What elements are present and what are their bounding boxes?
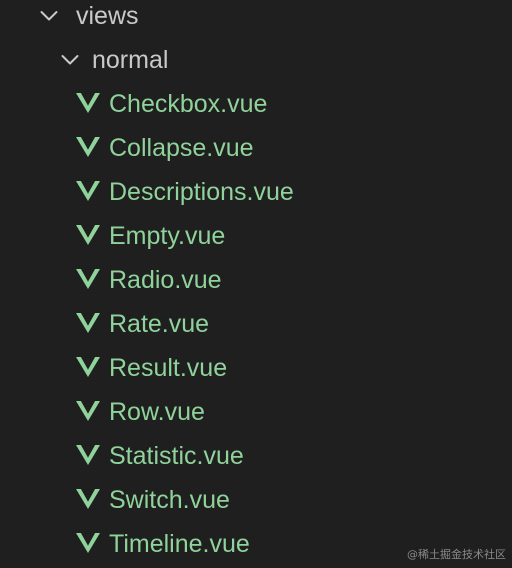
file-item[interactable]: Descriptions.vue (0, 170, 512, 214)
file-item[interactable]: Switch.vue (0, 478, 512, 522)
vue-icon (76, 92, 100, 114)
file-label: Radio.vue (109, 266, 222, 294)
watermark: @稀土掘金技术社区 (407, 548, 506, 561)
file-label: Collapse.vue (109, 134, 254, 162)
file-label: Rate.vue (109, 310, 210, 338)
folder-normal[interactable]: normal (0, 38, 512, 82)
folder-label-views: views (76, 2, 139, 30)
file-item[interactable]: Checkbox.vue (0, 82, 512, 126)
file-label: Timeline.vue (109, 530, 250, 558)
vue-icon (76, 312, 100, 334)
vue-icon (76, 136, 100, 158)
vue-icon (76, 268, 100, 290)
file-item[interactable]: Empty.vue (0, 214, 512, 258)
file-label: Checkbox.vue (109, 90, 268, 118)
file-label: Result.vue (109, 354, 228, 382)
file-label: Switch.vue (109, 486, 230, 514)
vue-icon (76, 488, 100, 510)
vue-icon (76, 224, 100, 246)
vue-icon (76, 180, 100, 202)
vue-icon (76, 356, 100, 378)
file-item[interactable]: Row.vue (0, 390, 512, 434)
file-item[interactable]: Rate.vue (0, 302, 512, 346)
file-item[interactable]: Statistic.vue (0, 434, 512, 478)
chevron-down-icon[interactable] (38, 5, 60, 27)
file-explorer-tree: views normal Checkbox.vue Collapse.vue Des… (0, 0, 512, 568)
folder-views[interactable]: views (0, 0, 512, 38)
file-item[interactable]: Result.vue (0, 346, 512, 390)
file-label: Empty.vue (109, 222, 226, 250)
file-item[interactable]: Radio.vue (0, 258, 512, 302)
vue-icon (76, 532, 100, 554)
file-label: Descriptions.vue (109, 178, 294, 206)
file-label: Row.vue (109, 398, 205, 426)
chevron-down-icon[interactable] (59, 49, 81, 71)
vue-icon (76, 400, 100, 422)
folder-label-normal: normal (92, 46, 169, 74)
vue-icon (76, 444, 100, 466)
file-item[interactable]: Collapse.vue (0, 126, 512, 170)
file-label: Statistic.vue (109, 442, 244, 470)
